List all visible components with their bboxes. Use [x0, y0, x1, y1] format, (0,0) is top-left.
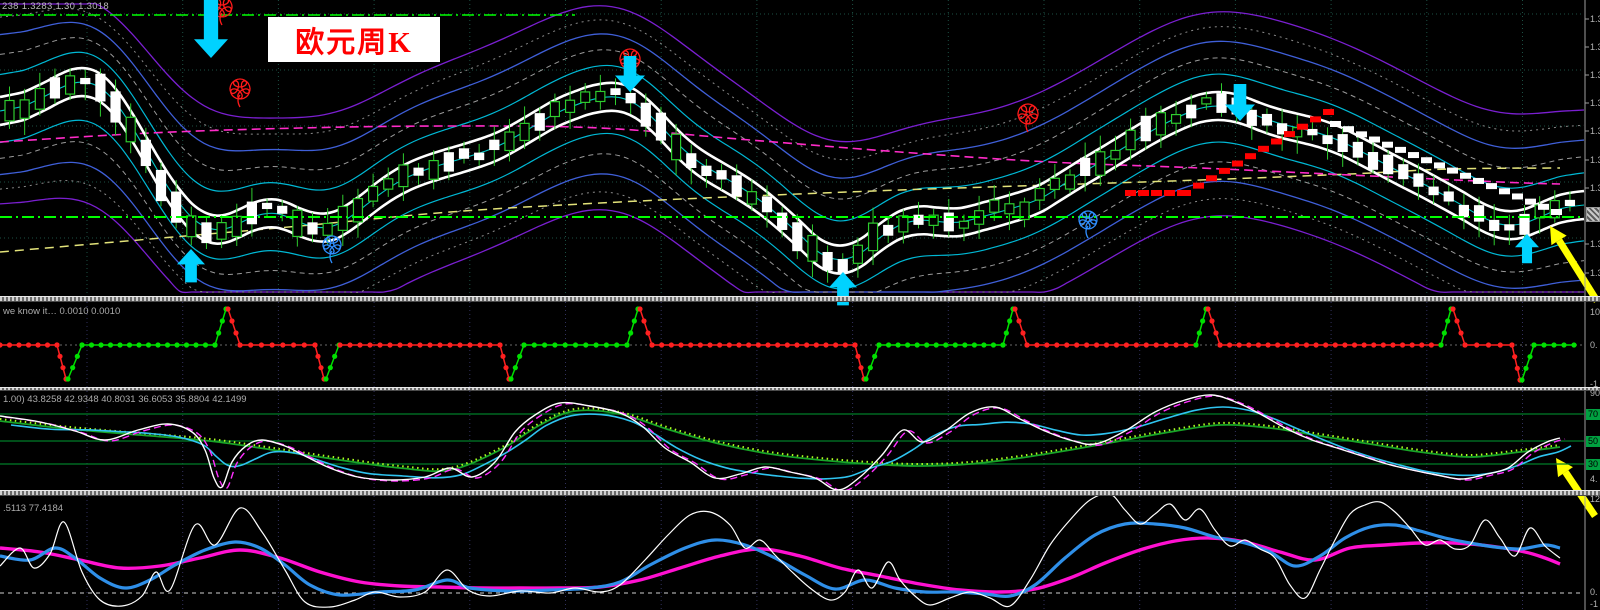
price-tick-label: 1.3 — [1590, 155, 1600, 165]
price-tick-label: 1.3 — [1590, 268, 1600, 278]
chart-title-box[interactable]: 欧元周K — [268, 17, 440, 62]
indicator-tick-label: 10 — [1590, 307, 1600, 317]
level-badge: 30 — [1586, 459, 1600, 470]
oscillator1-indicator — [0, 394, 1584, 492]
oscillator2-indicator — [0, 493, 1584, 608]
mt4-chart-window: 238 1.3283 1.30 1.3018 欧元周K we know it… … — [0, 0, 1600, 610]
indicator-label-oscillator2: .5113 77.4184 — [3, 503, 64, 514]
indicator-label-oscillator1: 1.00) 43.8258 42.9348 40.8031 36.6053 35… — [3, 394, 247, 405]
current-price-box — [1586, 207, 1600, 222]
indicator-tick-label: 4. — [1590, 474, 1598, 484]
indicator-tick-label: 0. — [1590, 587, 1598, 597]
price-tick-label: 1.3 — [1590, 14, 1600, 24]
axis-scale — [1584, 0, 1589, 610]
indicator-tick-label: 12 — [1590, 494, 1600, 504]
window-separator[interactable] — [0, 296, 1600, 302]
price-tick-label: 1.3 — [1590, 183, 1600, 193]
indicator-label-signal: we know it… 0.0010 0.0010 — [3, 306, 121, 317]
chart-canvas — [0, 0, 1600, 610]
buy-flower-icon — [1078, 210, 1098, 239]
window-separator[interactable] — [0, 490, 1600, 496]
window-separator[interactable] — [0, 387, 1600, 391]
level-badge: 50 — [1586, 436, 1600, 447]
price-tick-label: 1.3 — [1590, 98, 1600, 108]
indicator-tick-label: 90 — [1590, 388, 1600, 398]
level-badge: 70 — [1586, 409, 1600, 420]
sell-flower-icon — [229, 78, 251, 108]
chart-title-text: 欧元周K — [295, 26, 413, 59]
price-tick-label: 1.3 — [1590, 70, 1600, 80]
indicator-tick-label: -1 — [1590, 599, 1599, 609]
price-tick-label: 1.3 — [1590, 126, 1600, 136]
ohlc-readout: 238 1.3283 1.30 1.3018 — [2, 1, 109, 12]
indicator-tick-label: 0. — [1590, 340, 1598, 350]
price-tick-label: 1.3 — [1590, 239, 1600, 249]
price-tick-label: 1.3 — [1590, 42, 1600, 52]
